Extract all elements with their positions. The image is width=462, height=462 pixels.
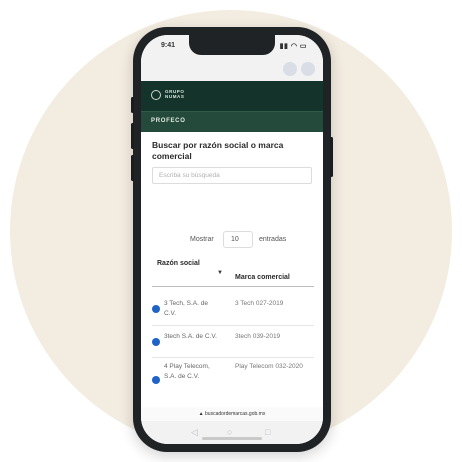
length-entries-label: entradas [259, 236, 287, 243]
subnav-bar: PROFECO [141, 111, 323, 132]
row-expand-icon[interactable] [152, 376, 160, 384]
phone-volume-up-button [131, 123, 134, 149]
row-razon-social: 3tech S.A. de C.V. [164, 333, 217, 340]
row-marca-comercial: 3 Tech 027-2019 [235, 300, 284, 307]
row-marca-comercial: 3tech 039-2019 [235, 333, 281, 340]
column-header-razon-social[interactable]: Razón social [157, 259, 201, 268]
browser-menu-icon[interactable] [301, 62, 315, 76]
search-input[interactable]: Escriba su búsqueda [152, 167, 312, 184]
phone-screen: 9:41 ▮▮ ◠ ▭ GRUPO NUMAS PROFECO Buscar p… [141, 35, 323, 444]
row-razon-social: 3 Tech, S.A. de C.V. [164, 300, 208, 317]
phone-side-button [131, 97, 134, 113]
row-razon-social: 4 Play Telecom, S.A. de C.V. [164, 363, 210, 380]
home-indicator[interactable] [202, 437, 262, 440]
row-expand-icon[interactable] [152, 338, 160, 346]
site-logo[interactable]: GRUPO NUMAS [165, 89, 185, 99]
row-expand-icon[interactable] [152, 305, 160, 313]
browser-url-bar[interactable]: ▲ buscadordemarcas.gob.mx [141, 407, 323, 421]
sort-arrow-icon[interactable]: ▼ [217, 270, 223, 276]
column-header-marca-comercial[interactable]: Marca comercial [235, 273, 323, 282]
subnav-link-profeco[interactable]: PROFECO [151, 118, 186, 124]
phone-frame: 9:41 ▮▮ ◠ ▭ GRUPO NUMAS PROFECO Buscar p… [131, 27, 333, 452]
logo-line-2: NUMAS [165, 94, 185, 99]
back-icon[interactable]: ◁ [191, 426, 198, 438]
table-length-control: Mostrar 10 entradas [141, 230, 323, 250]
phone-volume-down-button [131, 155, 134, 181]
row-divider [152, 325, 314, 326]
browser-tab-icon[interactable] [283, 62, 297, 76]
phone-power-button [330, 137, 333, 177]
row-marca-comercial: Play Telecom 032-2020 [235, 363, 303, 370]
logo-emblem-icon[interactable] [151, 90, 161, 100]
browser-bottom-nav: ◁ ○ □ [141, 421, 323, 444]
site-header: GRUPO NUMAS [141, 81, 323, 111]
status-time: 9:41 [161, 42, 176, 49]
row-divider [152, 357, 314, 358]
table-header-divider [152, 286, 314, 287]
phone-notch [189, 35, 275, 55]
tabs-icon[interactable]: □ [265, 426, 270, 438]
length-show-label: Mostrar [190, 236, 214, 243]
entries-per-page-select[interactable]: 10 [223, 231, 253, 248]
search-label: Buscar por razón social o marca comercia… [152, 140, 284, 161]
browser-bar [141, 57, 323, 81]
status-icons: ▮▮ ◠ ▭ [279, 43, 307, 50]
